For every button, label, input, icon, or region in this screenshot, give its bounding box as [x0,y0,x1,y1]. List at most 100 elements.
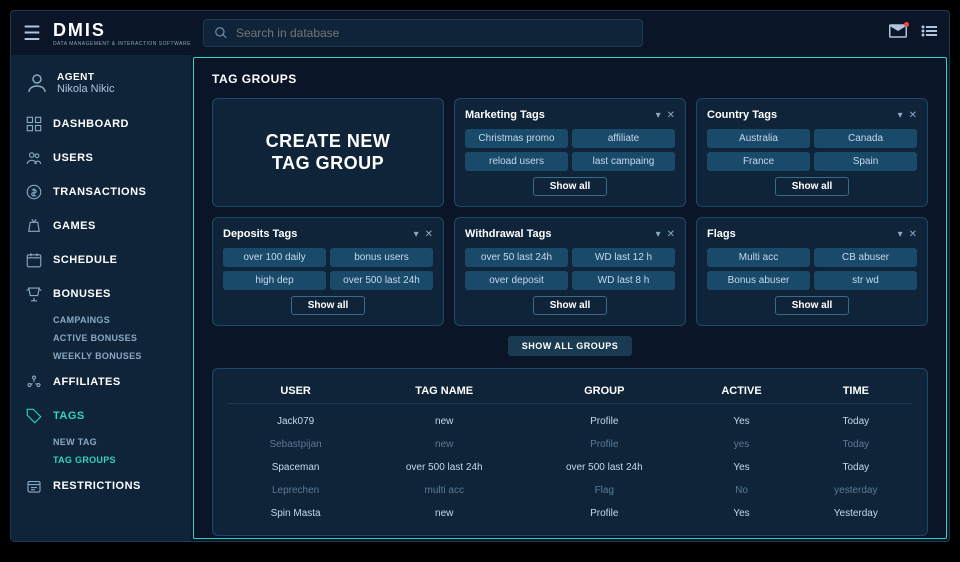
sidebar-sub-campaings[interactable]: CAMPAINGS [11,311,191,329]
notification-dot [904,22,909,27]
chevron-down-icon[interactable]: ▾ [898,229,903,240]
th: USER [227,385,364,397]
show-all-button[interactable]: Show all [775,296,850,315]
td: over 500 last 24h [524,462,684,473]
table-row[interactable]: Leprechenmulti accFlagNoyesterday [227,479,913,502]
nav-label: AFFILIATES [53,376,121,388]
agent-block[interactable]: AGENT Nikola Nikic [11,67,191,107]
transactions-icon [25,183,43,201]
chevron-down-icon[interactable]: ▾ [414,229,419,240]
restrictions-icon [25,477,43,495]
card-title: Flags [707,228,736,240]
tag-chip[interactable]: affiliate [572,129,675,148]
tag-chip[interactable]: Bonus abuser [707,271,810,290]
menu-icon[interactable]: ☰ [23,21,41,46]
tag-group-card: Withdrawal Tags▾✕over 50 last 24hWD last… [454,217,686,326]
close-icon[interactable]: ✕ [667,110,675,121]
tag-chip[interactable]: str wd [814,271,917,290]
sidebar-sub-weekly-bonuses[interactable]: WEEKLY BONUSES [11,347,191,365]
body: AGENT Nikola Nikic DASHBOARD USERS TRANSAC… [11,55,949,541]
tag-chip[interactable]: last campaing [572,152,675,171]
agent-icon [25,71,49,95]
chevron-down-icon[interactable]: ▾ [898,110,903,121]
td: Profile [524,508,684,519]
schedule-icon [25,251,43,269]
create-tag-group-card[interactable]: CREATE NEWTAG GROUP [212,98,444,207]
chevron-down-icon[interactable]: ▾ [656,110,661,121]
tag-chip[interactable]: over 50 last 24h [465,248,568,267]
tag-group-card: Marketing Tags ▾ ✕ Christmas promoaffiliate… [454,98,686,207]
th: ACTIVE [684,385,798,397]
tag-chip[interactable]: Spain [814,152,917,171]
tag-chip[interactable]: over 100 daily [223,248,326,267]
list-icon[interactable] [921,24,937,42]
show-all-button[interactable]: Show all [775,177,850,196]
chevron-down-icon[interactable]: ▾ [656,229,661,240]
games-icon [25,217,43,235]
tag-chip[interactable]: CB abuser [814,248,917,267]
sidebar-item-dashboard[interactable]: DASHBOARD [11,107,191,141]
show-all-button[interactable]: Show all [533,296,608,315]
td: Spin Masta [227,508,364,519]
close-icon[interactable]: ✕ [909,229,917,240]
sidebar-item-affiliates[interactable]: AFFILIATES [11,365,191,399]
table-row[interactable]: SebastpijannewProfileyesToday [227,433,913,456]
search-input[interactable] [236,26,632,40]
logo: DMIS DATA MANAGEMENT & INTERACTION SOFTW… [53,20,191,47]
sidebar-item-restrictions[interactable]: RESTRICTIONS [11,469,191,503]
td: Yes [684,416,798,427]
close-icon[interactable]: ✕ [667,229,675,240]
nav-label: TRANSACTIONS [53,186,146,198]
tag-chip[interactable]: Christmas promo [465,129,568,148]
show-all-button[interactable]: Show all [533,177,608,196]
th: TIME [799,385,913,397]
sidebar-sub-new-tag[interactable]: NEW TAG [11,433,191,451]
sidebar-item-schedule[interactable]: SCHEDULE [11,243,191,277]
td: Sebastpijan [227,439,364,450]
table-row[interactable]: Spin MastanewProfileYesYesterday [227,502,913,525]
table-row[interactable]: Jack079newProfileYesToday [227,410,913,433]
tag-chip[interactable]: Australia [707,129,810,148]
tag-chip[interactable]: high dep [223,271,326,290]
tag-chip[interactable]: bonus users [330,248,433,267]
sidebar-sub-tag-groups[interactable]: TAG GROUPS [11,451,191,469]
tag-group-card: Flags ▾ ✕ Multi accCB abuserBonus abuserstr… [696,217,928,326]
td: Flag [524,485,684,496]
sidebar-sub-active-bonuses[interactable]: ACTIVE BONUSES [11,329,191,347]
nav-label: USERS [53,152,93,164]
show-all-groups-button[interactable]: SHOW ALL GROUPS [508,336,633,356]
nav-label: RESTRICTIONS [53,480,141,492]
td: Yes [684,508,798,519]
td: Today [799,416,913,427]
tag-chip[interactable]: WD last 12 h [572,248,675,267]
create-label: CREATE NEWTAG GROUP [266,131,391,174]
tag-chip[interactable]: Multi acc [707,248,810,267]
close-icon[interactable]: ✕ [425,229,433,240]
tag-group-card: Country Tags▾✕AustraliaCanadaFranceSpain… [696,98,928,207]
td: No [684,485,798,496]
cards-grid: CREATE NEWTAG GROUP Marketing Tags ▾ ✕ Chris… [212,98,928,326]
sidebar-item-transactions[interactable]: TRANSACTIONS [11,175,191,209]
search-box[interactable] [203,19,643,47]
tag-chip[interactable]: reload users [465,152,568,171]
sidebar-item-games[interactable]: GAMES [11,209,191,243]
tag-chip[interactable]: over 500 last 24h [330,271,433,290]
sidebar-item-bonuses[interactable]: BONUSES [11,277,191,311]
sidebar-item-tags[interactable]: TAGS [11,399,191,433]
tag-chip[interactable]: over deposit [465,271,568,290]
td: Today [799,439,913,450]
tag-chip[interactable]: Canada [814,129,917,148]
sidebar-item-users[interactable]: USERS [11,141,191,175]
agent-label: AGENT [57,72,114,83]
tag-group-card: Deposits Tags▾✕over 100 dailybonus users… [212,217,444,326]
show-all-button[interactable]: Show all [291,296,366,315]
tag-chip[interactable]: France [707,152,810,171]
close-icon[interactable]: ✕ [909,110,917,121]
card-title: Marketing Tags [465,109,545,121]
bonuses-icon [25,285,43,303]
logo-main: DMIS [53,20,191,41]
tag-chip[interactable]: WD last 8 h [572,271,675,290]
table-row[interactable]: Spacemanover 500 last 24hover 500 last 2… [227,456,913,479]
nav-label: GAMES [53,220,96,232]
mail-icon[interactable] [889,24,907,43]
